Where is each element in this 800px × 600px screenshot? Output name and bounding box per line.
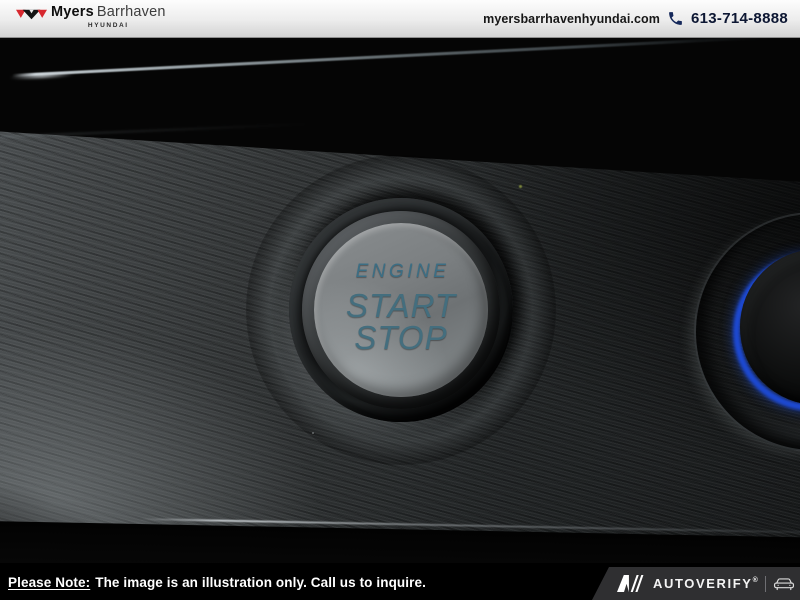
- disclaimer-note: Please Note: The image is an illustration…: [8, 575, 426, 590]
- dealer-name-bold: Myers: [51, 4, 94, 20]
- engine-start-stop-button: ENGINE START STOP: [314, 223, 488, 397]
- dealer-name-rest: Barrhaven: [97, 4, 166, 20]
- dust-speck: [312, 432, 314, 434]
- vent-slat-highlight-faint: [0, 123, 310, 138]
- autoverify-wordmark: AUTOVERIFY: [653, 576, 753, 591]
- vehicle-photo: ENGINE START STOP: [0, 37, 800, 563]
- start-label: START: [346, 290, 456, 321]
- dealer-name-block: MyersBarrhaven HYUNDAI: [51, 5, 166, 29]
- phone-icon: [667, 10, 684, 27]
- engine-label: ENGINE: [356, 259, 450, 285]
- note-text: The image is an illustration only. Call …: [95, 575, 426, 590]
- dealer-photo-frame: MyersBarrhaven HYUNDAI myersbarrhavenhyu…: [0, 0, 800, 600]
- autoverify-wordmark-wrap: AUTOVERIFY®: [653, 575, 758, 593]
- header-contact: myersbarrhavenhyundai.com 613-714-8888: [483, 0, 788, 37]
- dealer-brand: HYUNDAI: [88, 23, 129, 30]
- website-link[interactable]: myersbarrhavenhyundai.com: [483, 12, 660, 26]
- dealer-name: MyersBarrhaven: [51, 5, 166, 20]
- header-bar: MyersBarrhaven HYUNDAI myersbarrhavenhyu…: [0, 0, 800, 38]
- dealer-logo[interactable]: MyersBarrhaven HYUNDAI: [16, 5, 166, 29]
- car-icon: [773, 577, 795, 591]
- phone-number[interactable]: 613-714-8888: [691, 10, 788, 27]
- dust-speck: [519, 185, 522, 188]
- registered-mark: ®: [753, 577, 758, 584]
- badge-divider: [765, 576, 766, 592]
- autoverify-av-icon: [617, 574, 646, 593]
- vent-slat-highlight: [12, 37, 791, 77]
- note-label: Please Note:: [8, 575, 90, 590]
- stop-label: STOP: [354, 321, 447, 355]
- autoverify-badge: AUTOVERIFY®: [592, 567, 800, 600]
- myers-m-mark-icon: [16, 7, 47, 22]
- footer-bar: Please Note: The image is an illustration…: [0, 563, 800, 600]
